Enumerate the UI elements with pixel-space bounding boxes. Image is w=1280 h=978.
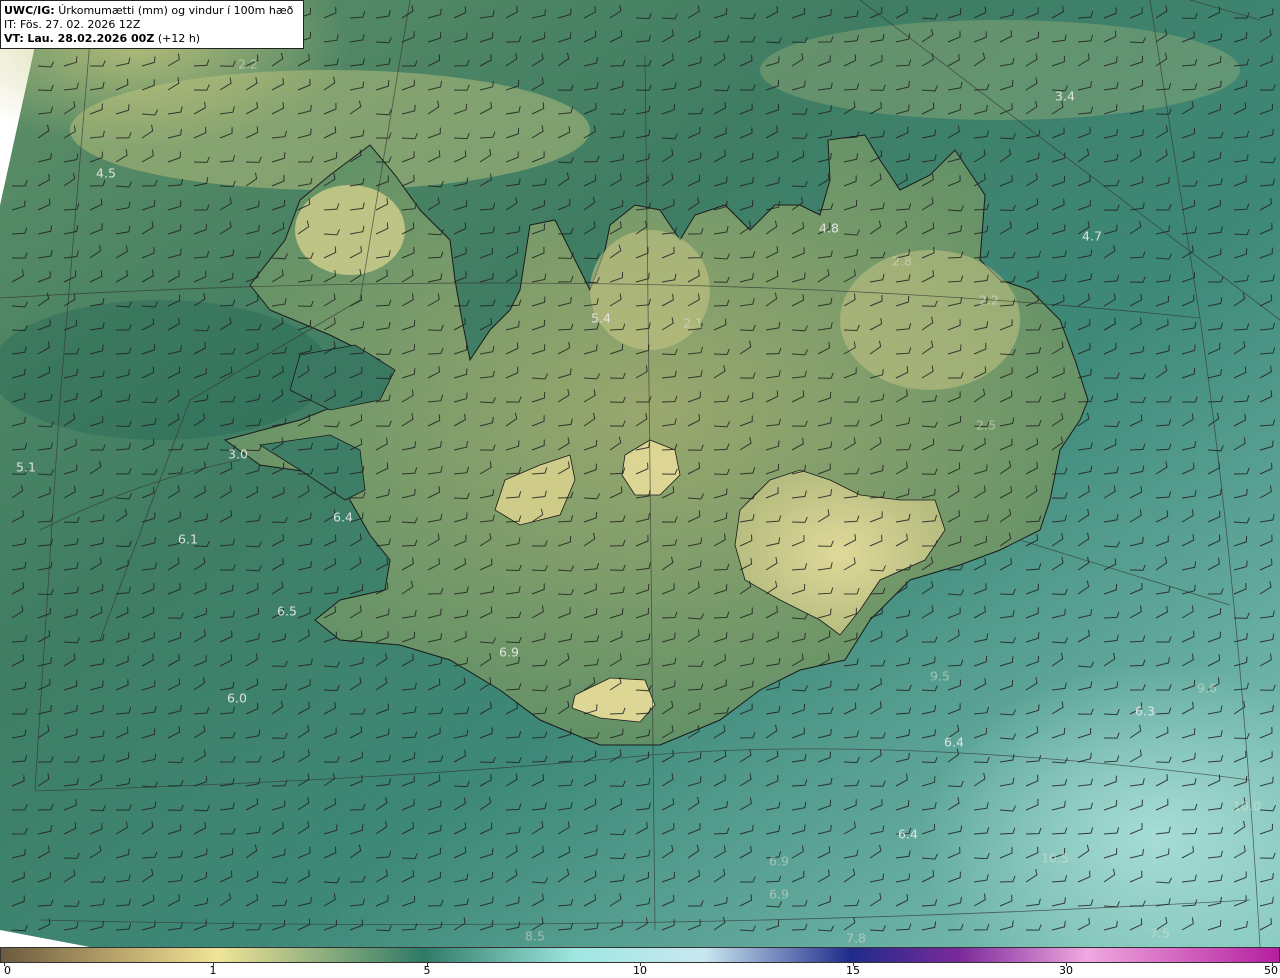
value-label: 3.4 [1055, 88, 1075, 104]
value-label: 8.5 [525, 928, 545, 944]
valid-time: Lau. 28.02.2026 00Z [27, 32, 155, 45]
value-label: 6.3 [1135, 703, 1155, 719]
colorbar-label: 30 [1059, 964, 1073, 977]
value-label: 5.1 [16, 459, 36, 475]
north-dry [590, 230, 710, 350]
colorbar-label: 1 [209, 964, 217, 977]
value-label: 6.0 [227, 690, 247, 706]
variable-name: Úrkomumætti (mm) og vindur í 100m hæð [58, 4, 294, 17]
value-label: 2.2 [979, 292, 999, 308]
colorbar-label: 15 [846, 964, 860, 977]
value-label: 4.5 [96, 165, 116, 181]
colorbar-label: 0 [4, 964, 11, 977]
value-label: 5.4 [591, 310, 611, 326]
colorbar [0, 947, 1280, 963]
value-label: 6.4 [898, 826, 918, 842]
colorbar-label: 50 [1264, 964, 1278, 977]
value-label: 4.7 [1082, 228, 1102, 244]
value-label: 2.2 [238, 56, 258, 72]
value-label: 10.5 [1041, 850, 1069, 866]
value-label: 6.4 [333, 509, 353, 525]
value-label: 2.1 [683, 315, 703, 331]
value-label: 9.5 [930, 668, 950, 684]
value-label: 6.9 [769, 853, 789, 869]
westfjords-dry [295, 185, 405, 275]
value-label: 2.5 [976, 417, 996, 433]
precipitation-wind-map [0, 0, 1280, 947]
ne-band [760, 20, 1240, 120]
value-label: 6.4 [944, 734, 964, 750]
value-label: 4.8 [819, 220, 839, 236]
map-title-box: UWC/IG: Úrkomumætti (mm) og vindur í 100… [0, 0, 304, 49]
value-label: 6.1 [178, 531, 198, 547]
lead-time: (+12 h) [157, 32, 201, 45]
colorbar-label: 5 [423, 964, 431, 977]
valid-prefix: VT: [4, 32, 24, 45]
colorbar-label: 10 [633, 964, 647, 977]
value-label: 10.0 [1233, 798, 1261, 814]
value-label: 9.6 [1197, 680, 1217, 696]
model-name: UWC/IG: [4, 4, 55, 17]
value-label: 3.0 [228, 446, 248, 462]
value-label: 6.5 [277, 603, 297, 619]
east-dry [840, 250, 1020, 390]
value-label: 2.8 [892, 253, 912, 269]
initial-time: IT: Fös. 27. 02. 2026 12Z [4, 18, 141, 31]
value-label: 7.8 [846, 930, 866, 946]
title-line: UWC/IG: Úrkomumætti (mm) og vindur í 100… [4, 4, 300, 18]
value-label: 6.9 [769, 886, 789, 902]
value-label: 7.5 [1150, 925, 1170, 941]
value-label: 6.9 [499, 644, 519, 660]
valid-time-line: VT: Lau. 28.02.2026 00Z (+12 h) [4, 32, 300, 46]
